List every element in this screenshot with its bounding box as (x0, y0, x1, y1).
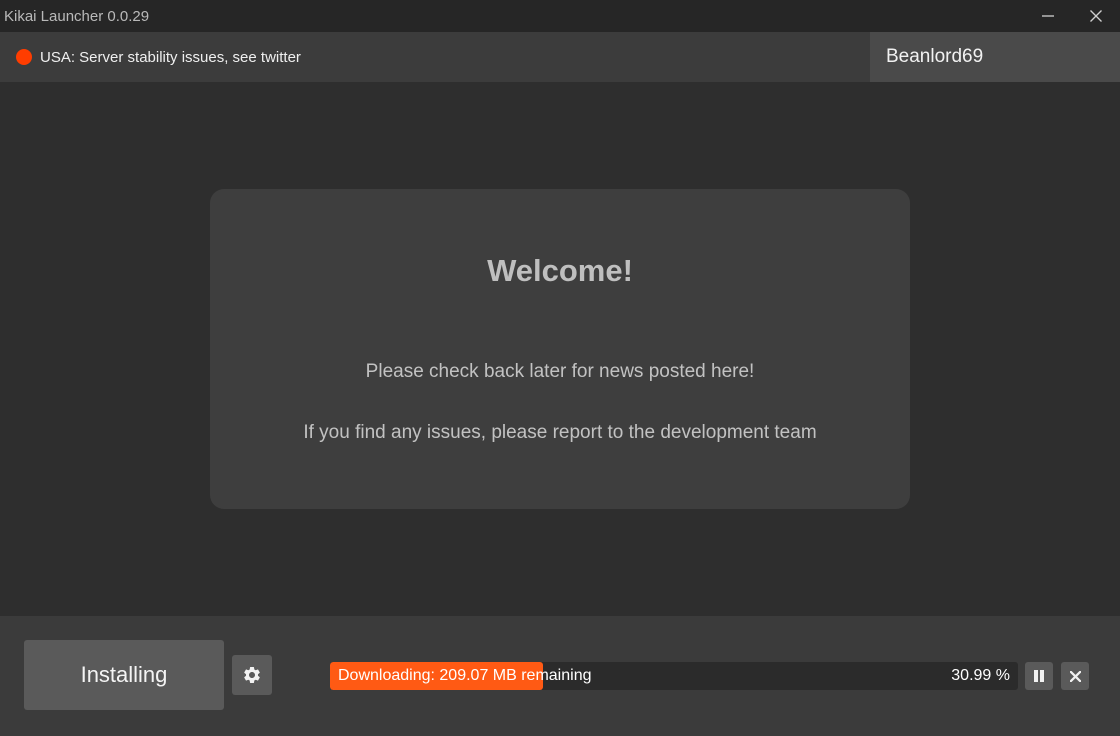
window-title: Kikai Launcher 0.0.29 (4, 7, 150, 25)
username: Beanlord69 (886, 46, 984, 67)
news-title: Welcome! (487, 253, 633, 288)
news-panel: Welcome! Please check back later for new… (210, 189, 910, 509)
progress-percent: 30.99 % (951, 667, 1010, 684)
window-controls (1024, 0, 1120, 32)
cancel-download-button[interactable] (1061, 662, 1089, 690)
user-account[interactable]: Beanlord69 (870, 32, 1120, 82)
download-progress-bar: Downloading: 209.07 MB remaining 30.99 % (330, 662, 1018, 690)
pause-icon (1034, 670, 1044, 682)
progress-status-text: Downloading: 209.07 MB remaining (338, 667, 592, 684)
minimize-icon (1042, 15, 1054, 17)
gear-icon (244, 667, 260, 683)
status-bar: USA: Server stability issues, see twitte… (0, 32, 1120, 82)
title-bar: Kikai Launcher 0.0.29 (0, 0, 1120, 32)
status-indicator-icon (16, 49, 32, 65)
close-window-button[interactable] (1072, 0, 1120, 32)
minimize-button[interactable] (1024, 0, 1072, 32)
close-icon (1090, 10, 1102, 22)
pause-button[interactable] (1025, 662, 1053, 690)
install-button-label: Installing (80, 662, 168, 687)
news-line: If you find any issues, please report to… (303, 422, 817, 443)
news-line: Please check back later for news posted … (365, 361, 755, 382)
settings-button[interactable] (232, 655, 272, 695)
server-status-message: USA: Server stability issues, see twitte… (40, 48, 301, 66)
server-status: USA: Server stability issues, see twitte… (16, 32, 301, 82)
install-button[interactable]: Installing (24, 640, 224, 710)
bottom-bar: Installing Downloading: 209.07 MB remain… (0, 616, 1120, 736)
close-icon (1069, 670, 1081, 682)
